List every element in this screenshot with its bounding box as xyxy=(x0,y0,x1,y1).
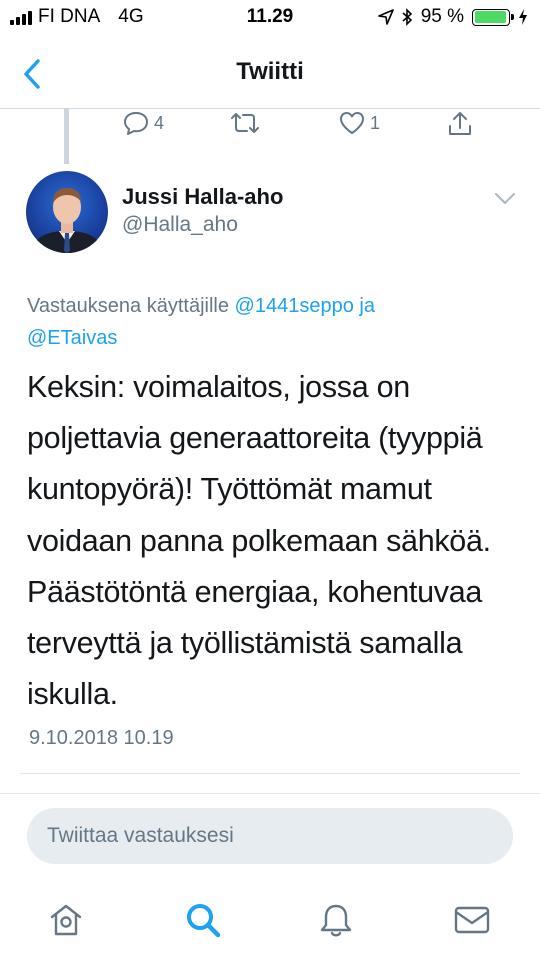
like-count: 1 xyxy=(370,112,381,133)
reply-input[interactable] xyxy=(27,808,513,864)
share-action[interactable] xyxy=(446,110,474,138)
reply-count: 4 xyxy=(154,112,165,133)
avatar[interactable] xyxy=(26,171,108,253)
share-icon xyxy=(449,112,471,135)
home-icon xyxy=(50,904,82,936)
divider xyxy=(20,773,520,774)
heart-icon xyxy=(340,112,364,134)
bluetooth-icon xyxy=(402,8,412,26)
tab-notifications[interactable] xyxy=(316,900,356,940)
comment-icon xyxy=(124,112,148,135)
tweet-timestamp: 9.10.2018 10.19 xyxy=(29,727,174,749)
divider xyxy=(0,793,540,794)
retweet-icon xyxy=(231,113,259,133)
nav-bar: Twiitti xyxy=(0,36,540,109)
page-title: Twiitti xyxy=(236,58,304,85)
tweet-text: Keksin: voimalaitos, jossa on poljettavi… xyxy=(27,370,491,712)
battery-percentage: 95 % xyxy=(420,6,464,27)
mention-link[interactable]: @ETaivas xyxy=(27,327,117,349)
battery-icon xyxy=(472,8,514,26)
charging-bolt-icon xyxy=(519,9,527,25)
envelope-icon xyxy=(454,906,490,934)
author-handle[interactable]: @Halla_aho xyxy=(122,213,238,237)
avatar-image xyxy=(31,188,103,253)
prev-tweet-actions: 4 1 xyxy=(0,110,540,140)
status-bar: FI DNA 4G 11.29 95 % xyxy=(0,0,540,36)
reply-prefix: Vastauksena käyttäjille xyxy=(27,295,235,317)
bell-icon xyxy=(320,904,352,937)
reply-joiner[interactable]: ja xyxy=(354,295,375,317)
location-arrow-icon xyxy=(377,9,394,25)
status-right: 95 % xyxy=(377,6,528,28)
search-icon xyxy=(187,904,221,938)
author-name[interactable]: Jussi Halla-aho xyxy=(122,184,283,210)
chevron-down-icon[interactable] xyxy=(494,192,516,206)
mention-link[interactable]: @1441seppo xyxy=(235,295,354,317)
like-action[interactable]: 1 xyxy=(338,110,380,136)
tab-home[interactable] xyxy=(46,900,86,940)
retweet-action[interactable] xyxy=(228,110,266,136)
reply-context: Vastauksena käyttäjille @1441seppo ja @E… xyxy=(27,290,507,354)
battery-fill xyxy=(474,11,506,23)
reply-action[interactable]: 4 xyxy=(122,110,164,136)
tab-bar xyxy=(0,880,540,960)
tab-search[interactable] xyxy=(183,900,223,940)
tab-messages[interactable] xyxy=(452,900,492,940)
